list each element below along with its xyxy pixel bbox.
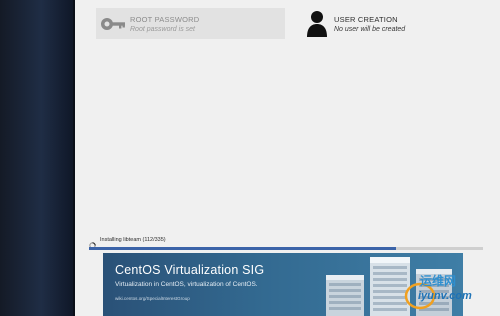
site-watermark: 运维网 iyunv.com [398,272,498,314]
progress-text: Installing libteam (112/335) [100,236,166,243]
progress-bar-fill [89,247,397,250]
watermark-url: iyunv.com [418,290,472,302]
installation-main-panel: ROOT PASSWORD Root password is set USER … [75,0,500,316]
user-icon [300,10,334,38]
spinner-icon [89,236,96,249]
root-password-spoke[interactable]: ROOT PASSWORD Root password is set [96,8,285,39]
banner-subtitle: Virtualization in CentOS, virtualization… [115,281,258,288]
key-icon [96,16,130,32]
banner-url: wiki.centos.org/SpecialInterestGroup [115,296,190,301]
watermark-text: 运维网 [420,274,457,288]
root-password-status: Root password is set [130,25,195,33]
progress-status: Installing libteam (112/335) [89,236,166,249]
banner-title: CentOS Virtualization SIG [115,263,265,277]
progress-bar [89,247,483,250]
user-creation-status: No user will be created [334,25,406,33]
root-password-title: ROOT PASSWORD [130,14,200,24]
user-creation-title: USER CREATION [334,14,398,24]
user-creation-spoke[interactable]: USER CREATION No user will be created [300,8,485,39]
sidebar [0,0,75,316]
